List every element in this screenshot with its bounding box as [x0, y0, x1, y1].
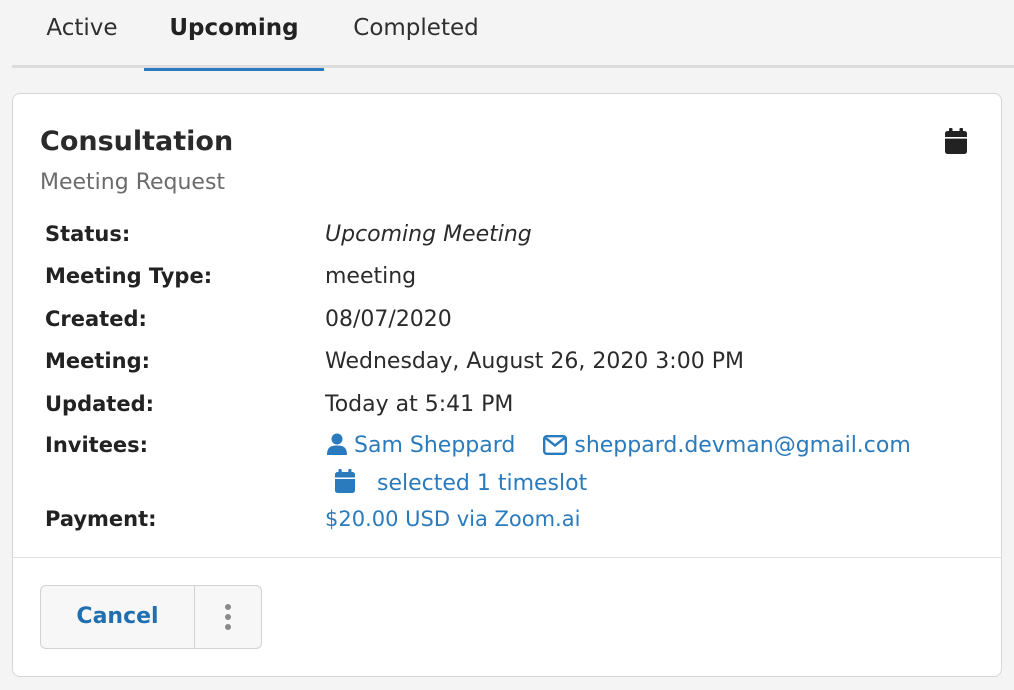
vertical-ellipsis-icon — [225, 604, 231, 630]
invitee-name-link[interactable]: Sam Sheppard — [354, 433, 515, 458]
page: Active Upcoming Completed Consultation M… — [0, 0, 1014, 690]
status-value: Upcoming Meeting — [325, 222, 532, 247]
calendar-icon — [945, 128, 967, 154]
tab-bar: Active Upcoming Completed — [12, 0, 1014, 71]
meeting-card: Consultation Meeting Request Status: Upc… — [12, 93, 1002, 677]
created-value: 08/07/2020 — [325, 307, 452, 332]
action-button-group: Cancel — [40, 585, 262, 649]
meeting-type-value: meeting — [325, 264, 417, 289]
user-icon — [327, 433, 347, 461]
timeslot-line: selected 1 timeslot — [335, 469, 587, 499]
more-options-button[interactable] — [195, 586, 261, 648]
tab-active[interactable]: Active — [36, 0, 128, 68]
card-title: Consultation — [40, 126, 234, 157]
timeslot-link[interactable]: selected 1 timeslot — [377, 471, 587, 496]
updated-value: Today at 5:41 PM — [325, 392, 514, 417]
field-label: Status: — [45, 222, 131, 246]
field-label: Meeting Type: — [45, 264, 213, 288]
field-label: Payment: — [45, 507, 157, 531]
cancel-button[interactable]: Cancel — [41, 586, 195, 648]
payment-link[interactable]: $20.00 USD via Zoom.ai — [325, 507, 580, 531]
card-subtitle: Meeting Request — [40, 170, 226, 195]
invitee-line: Sam Sheppard sheppard.devman@gmail.com — [327, 433, 911, 461]
calendar-icon — [335, 469, 355, 499]
meeting-value: Wednesday, August 26, 2020 3:00 PM — [325, 349, 744, 374]
invitee-email-link[interactable]: sheppard.devman@gmail.com — [574, 433, 910, 458]
field-label: Created: — [45, 307, 147, 331]
field-label: Updated: — [45, 392, 154, 416]
field-label: Invitees: — [45, 433, 149, 457]
card-divider — [13, 557, 1001, 558]
field-label: Meeting: — [45, 349, 150, 373]
envelope-icon — [543, 435, 568, 461]
tab-upcoming[interactable]: Upcoming — [144, 0, 324, 71]
tab-completed[interactable]: Completed — [344, 0, 488, 68]
